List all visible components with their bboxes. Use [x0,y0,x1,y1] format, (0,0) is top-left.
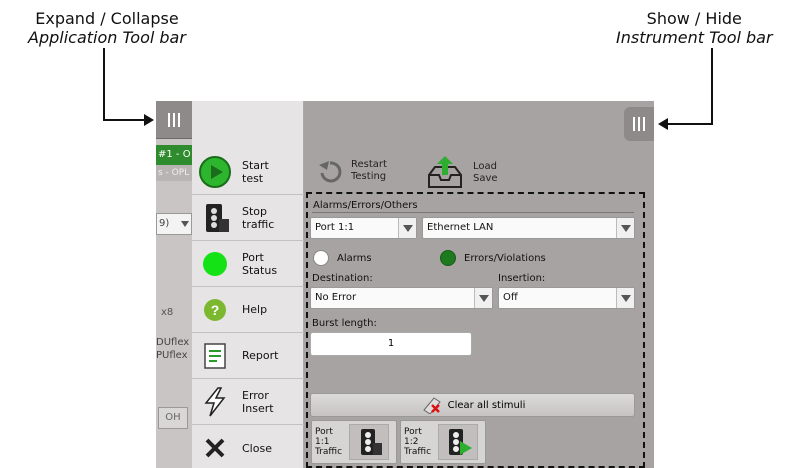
radio-dot [313,250,329,266]
grip-icon [168,112,180,127]
chevron-down-icon [621,295,631,302]
help-button[interactable]: ? Help [192,287,304,333]
alarms-radio[interactable]: Alarms [313,250,372,266]
burst-length-label: Burst length: [312,318,377,329]
screenshot-stage: Expand / Collapse Application Tool bar S… [0,0,810,468]
duflex-line1: DUflex [156,337,190,348]
stop-traffic-button[interactable]: Stop traffic [192,195,304,241]
report-icon [198,339,232,373]
x8-label: x8 [161,307,174,318]
alarms-radio-label: Alarms [337,252,372,264]
svg-text:?: ? [211,302,220,318]
dropdown-button [398,218,416,238]
lightning-icon [198,385,232,419]
dropdown-button [616,288,634,308]
radio-dot-selected [440,250,456,266]
background-select-value: 9) [159,218,170,229]
traffic-light-play-icon [438,424,478,460]
load-save-icon [428,156,462,188]
insertion-label: Insertion: [498,273,546,284]
chevron-down-icon [181,221,189,227]
port-1-2-traffic-label: Port 1:2 Traffic [404,427,432,457]
destination-select-value: No Error [315,292,357,303]
expand-collapse-app-toolbar-button[interactable] [156,101,192,139]
dropdown-button [616,218,634,238]
duflex-line2: PUflex [156,350,188,361]
insertion-select[interactable]: Off [498,287,635,309]
eraser-icon [422,397,441,414]
clear-all-stimuli-button[interactable]: Clear all stimuli [310,393,635,417]
port-select[interactable]: Port 1:1 [310,217,417,239]
chevron-down-icon [621,225,631,232]
start-test-label: Start test [242,158,269,185]
destination-select[interactable]: No Error [310,287,493,309]
restart-testing-label: Restart Testing [351,159,387,182]
restart-testing-button[interactable]: Restart Testing [317,159,387,183]
section-title: Alarms/Errors/Others [313,200,418,211]
port-select-value: Port 1:1 [315,222,355,233]
burst-length-input[interactable]: 1 [310,332,472,356]
port-1-2-traffic-button[interactable]: Port 1:2 Traffic [400,420,486,464]
error-insert-button[interactable]: Error Insert [192,379,304,425]
clear-all-stimuli-label: Clear all stimuli [447,399,526,411]
restart-icon [319,161,342,183]
show-hide-instrument-toolbar-button[interactable] [624,107,654,141]
background-window-strip: #1 - O s - OPL 9) x8 DUflex PUflex OH [156,101,192,468]
port-1-1-traffic-label: Port 1:1 Traffic [315,427,343,457]
insertion-select-value: Off [503,292,518,303]
left-arrow [103,48,154,126]
layer-select-value: Ethernet LAN [427,222,494,233]
report-button[interactable]: Report [192,333,304,379]
traffic-light-icon [198,201,232,235]
close-label: Close [242,441,272,455]
stop-traffic-label: Stop traffic [242,204,275,231]
duflex-label: DUflex PUflex [156,336,189,362]
report-label: Report [242,349,279,362]
chevron-down-icon [479,295,489,302]
help-icon: ? [198,293,232,327]
application-toolbar: Start test Stop traffic Port Status ? He… [192,101,304,468]
port-1-1-traffic-button[interactable]: Port 1:1 Traffic [311,420,397,464]
close-icon [198,431,232,465]
play-icon [198,155,232,189]
right-arrow [658,48,713,130]
test-subtitle-tag: s - OPL [156,165,192,181]
load-save-button[interactable]: Load Save [425,155,498,191]
oh-block[interactable]: OH [158,407,188,429]
section-divider [312,212,634,213]
test-tab-tag[interactable]: #1 - O [156,145,192,165]
background-select[interactable]: 9) [156,213,192,235]
error-insert-label: Error Insert [242,388,274,415]
start-test-button[interactable]: Start test [192,149,304,195]
traffic-light-stop-icon [349,424,389,460]
destination-label: Destination: [312,273,373,284]
help-label: Help [242,303,268,316]
port-status-button[interactable]: Port Status [192,241,304,287]
dropdown-button [474,288,492,308]
layer-select[interactable]: Ethernet LAN [422,217,635,239]
grip-icon [633,117,645,131]
errors-violations-radio[interactable]: Errors/Violations [440,250,546,266]
load-save-label: Load Save [473,161,498,184]
status-led-icon [198,247,232,281]
chevron-down-icon [403,225,413,232]
port-status-label: Port Status [242,250,278,277]
close-button[interactable]: Close [192,425,304,468]
errors-violations-radio-label: Errors/Violations [464,252,546,264]
